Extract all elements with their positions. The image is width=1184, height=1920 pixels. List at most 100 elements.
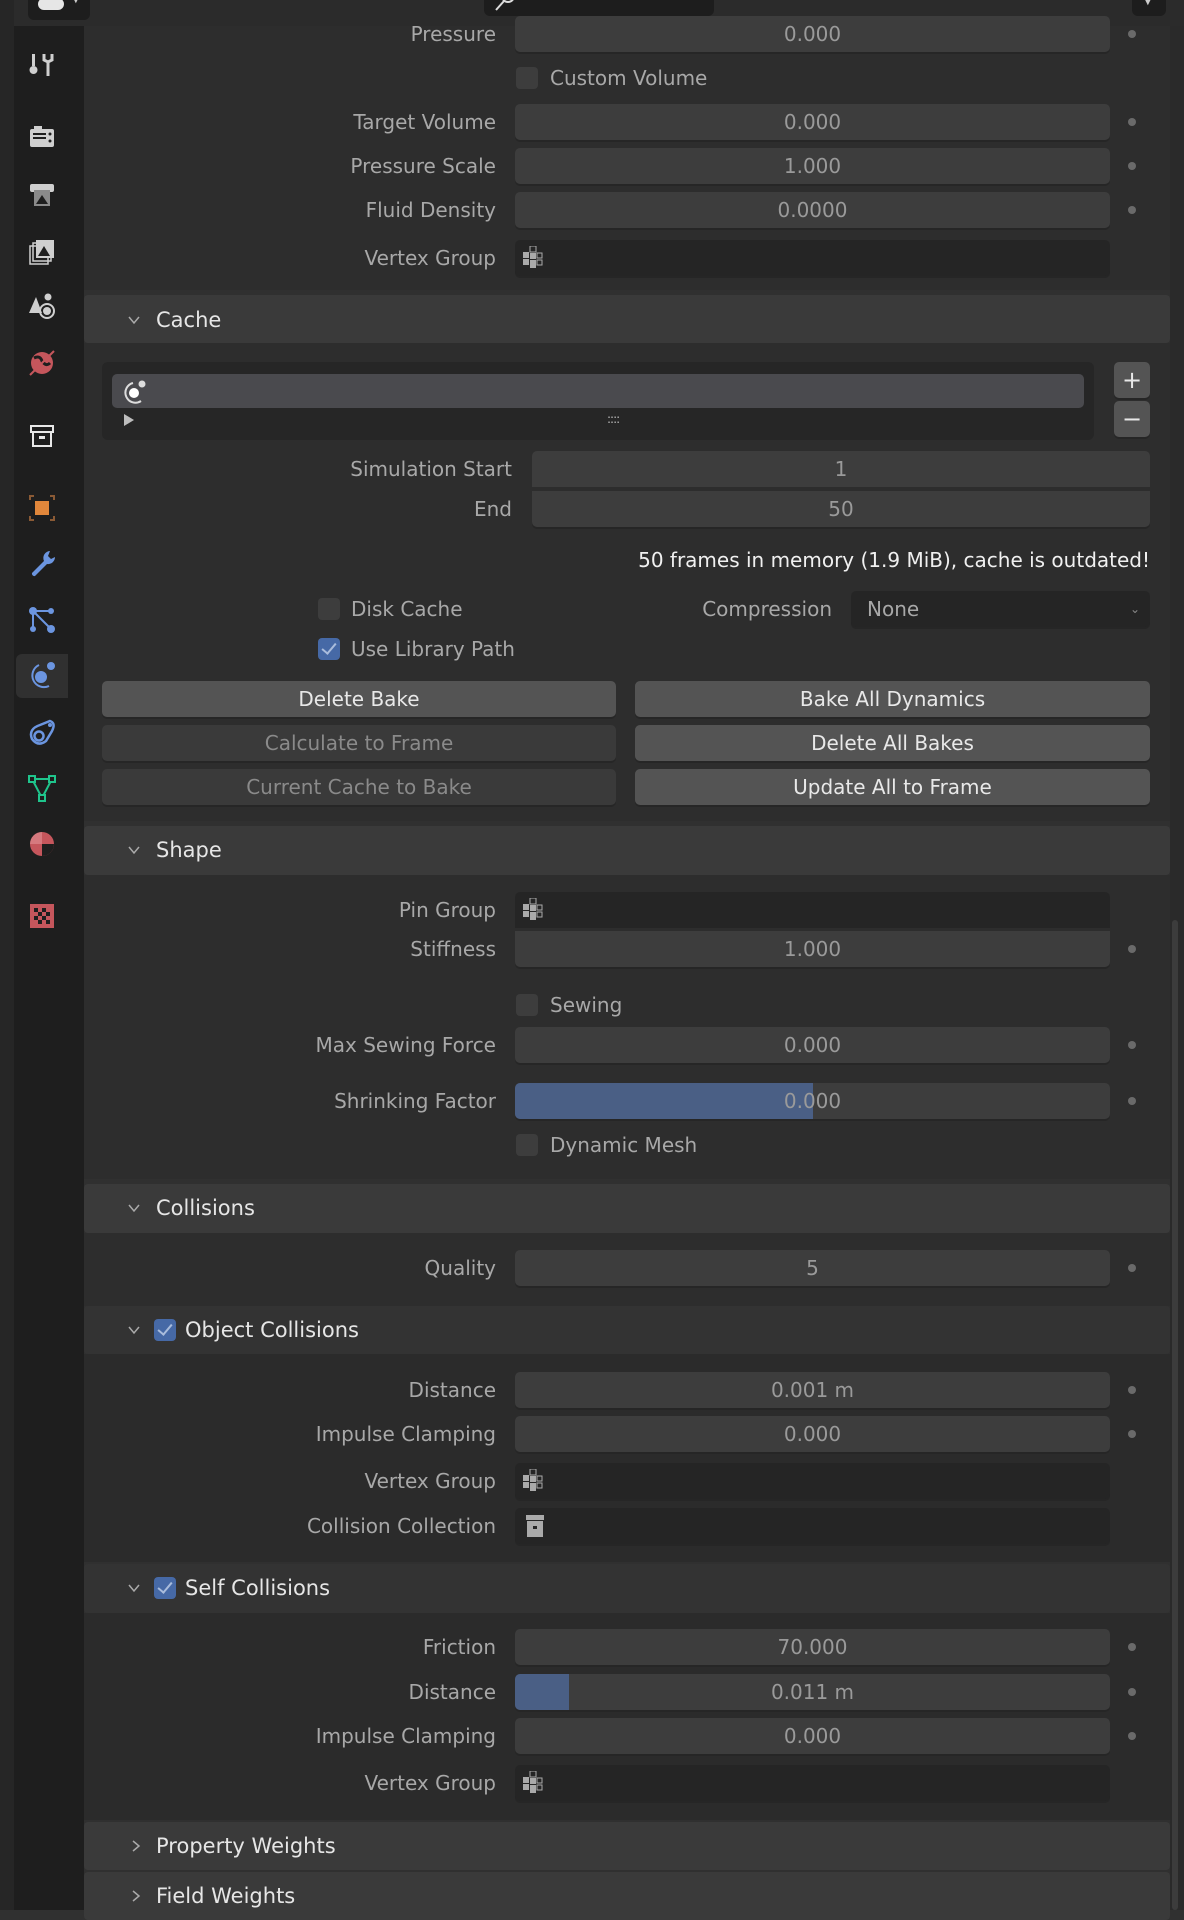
keyframe-dot[interactable] [1128,162,1136,170]
cache-list-item[interactable] [112,374,1084,408]
editor-type-button[interactable]: ▼ [28,0,90,20]
sidebar-tab-collection[interactable] [22,417,62,457]
stiffness-field[interactable]: 1.000 [515,931,1110,967]
self-distance-slider[interactable]: 0.011 m [515,1674,1110,1710]
custom-volume-checkbox[interactable] [516,67,538,89]
self-vertex-group-label: Vertex Group [364,1771,496,1795]
use-library-path-checkbox[interactable] [318,638,340,660]
end-value: 50 [828,497,854,521]
keyframe-dot[interactable] [1128,206,1136,214]
fluid-density-field[interactable]: 0.0000 [515,192,1110,228]
keyframe-dot[interactable] [1128,1430,1136,1438]
disk-cache-checkbox[interactable] [318,598,340,620]
sidebar-tab-material[interactable] [22,824,62,864]
keyframe-dot[interactable] [1128,1386,1136,1394]
pressure-scale-field[interactable]: 1.000 [515,148,1110,184]
sidebar-tab-texture[interactable] [22,896,62,936]
sidebar-tab-modifiers[interactable] [22,543,62,583]
calculate-to-frame-button[interactable]: Calculate to Frame [102,725,616,761]
shrinking-factor-slider[interactable]: 0.000 [515,1083,1110,1119]
sidebar-tab-world[interactable] [22,343,62,383]
sidebar-tab-physics[interactable] [16,654,68,698]
sidebar-tab-render[interactable] [22,118,62,158]
quality-field[interactable]: 5 [515,1250,1110,1286]
self-vertex-group-field[interactable] [515,1765,1110,1801]
expand-triangle-icon[interactable] [124,414,134,426]
object-vertex-group-field[interactable] [515,1463,1110,1499]
end-field[interactable]: 50 [532,491,1150,527]
remove-cache-button[interactable]: − [1114,401,1150,437]
object-impulse-clamping-field[interactable]: 0.000 [515,1416,1110,1452]
keyframe-dot[interactable] [1128,945,1136,953]
self-impulse-clamping-value: 0.000 [783,1724,842,1748]
target-volume-value: 0.000 [783,110,842,134]
pressure-field[interactable]: 0.000 [515,16,1110,52]
view-layer-icon [29,240,54,265]
sidebar-tab-data[interactable] [22,768,62,808]
resize-grip[interactable]: :::: [607,412,620,426]
self-collisions-checkbox[interactable] [154,1577,176,1599]
slider-fill [515,1674,569,1710]
current-cache-to-bake-button[interactable]: Current Cache to Bake [102,769,616,805]
delete-bake-button[interactable]: Delete Bake [102,681,616,717]
object-distance-field[interactable]: 0.001 m [515,1372,1110,1408]
update-all-to-frame-button[interactable]: Update All to Frame [635,769,1150,805]
chevron-right-icon [132,1890,141,1902]
collision-collection-field[interactable] [515,1508,1110,1544]
particles-icon [29,607,55,633]
vertex-group-icon [523,1770,543,1795]
object-impulse-clamping-label: Impulse Clamping [315,1422,496,1446]
fluid-density-value: 0.0000 [777,198,848,222]
keyframe-dot[interactable] [1128,1097,1136,1105]
options-dropdown[interactable]: ▼ [1132,0,1166,16]
sidebar-tab-object[interactable] [22,488,62,528]
self-impulse-clamping-field[interactable]: 0.000 [515,1718,1110,1754]
bake-all-dynamics-button[interactable]: Bake All Dynamics [635,681,1150,717]
sidebar-tab-scene[interactable] [22,287,62,327]
cache-section-header[interactable] [84,295,1170,343]
sidebar-tab-output[interactable] [22,176,62,216]
output-icon [30,184,54,206]
dynamic-mesh-label: Dynamic Mesh [550,1133,698,1157]
scrollbar-thumb[interactable] [1172,920,1178,1910]
dynamic-mesh-checkbox[interactable] [516,1134,538,1156]
sidebar-tab-particles[interactable] [22,600,62,640]
keyframe-dot[interactable] [1128,1643,1136,1651]
shape-section-header[interactable] [84,826,1170,875]
compression-dropdown[interactable]: None ⌄ [851,591,1150,627]
cache-title: Cache [156,308,222,332]
friction-field[interactable]: 70.000 [515,1629,1110,1665]
sidebar-tab-view-layer[interactable] [22,232,62,272]
sidebar-tab-constraints[interactable] [22,713,62,753]
simulation-start-label: Simulation Start [350,457,512,481]
sidebar-tab-tool[interactable] [22,46,62,86]
keyframe-dot[interactable] [1128,118,1136,126]
keyframe-dot[interactable] [1128,1041,1136,1049]
object-icon [29,495,55,521]
left-editor-edge [0,0,14,1910]
material-icon [30,832,54,856]
max-sewing-force-label: Max Sewing Force [315,1033,496,1057]
add-cache-button[interactable]: + [1114,362,1150,398]
chevron-down-icon: ⌄ [1129,602,1140,616]
simulation-start-field[interactable]: 1 [532,451,1150,487]
pressure-value: 0.000 [783,22,842,46]
keyframe-dot[interactable] [1128,1264,1136,1272]
field-weights-title: Field Weights [156,1884,296,1908]
cache-status-text: 50 frames in memory (1.9 MiB), cache is … [638,548,1150,572]
search-field[interactable] [484,0,714,16]
sewing-checkbox[interactable] [516,994,538,1016]
cache-list: :::: [102,362,1094,440]
max-sewing-force-field[interactable]: 0.000 [515,1027,1110,1063]
keyframe-dot[interactable] [1128,30,1136,38]
delete-all-bakes-button[interactable]: Delete All Bakes [635,725,1150,761]
keyframe-dot[interactable] [1128,1688,1136,1696]
pin-group-field[interactable] [515,892,1110,928]
object-collisions-checkbox[interactable] [154,1319,176,1341]
chevron-down-icon [128,1584,140,1593]
shrinking-factor-value: 0.000 [783,1089,842,1113]
chevron-down-icon [128,846,140,855]
target-volume-field[interactable]: 0.000 [515,104,1110,140]
vertex-group-field[interactable] [515,240,1110,276]
keyframe-dot[interactable] [1128,1732,1136,1740]
